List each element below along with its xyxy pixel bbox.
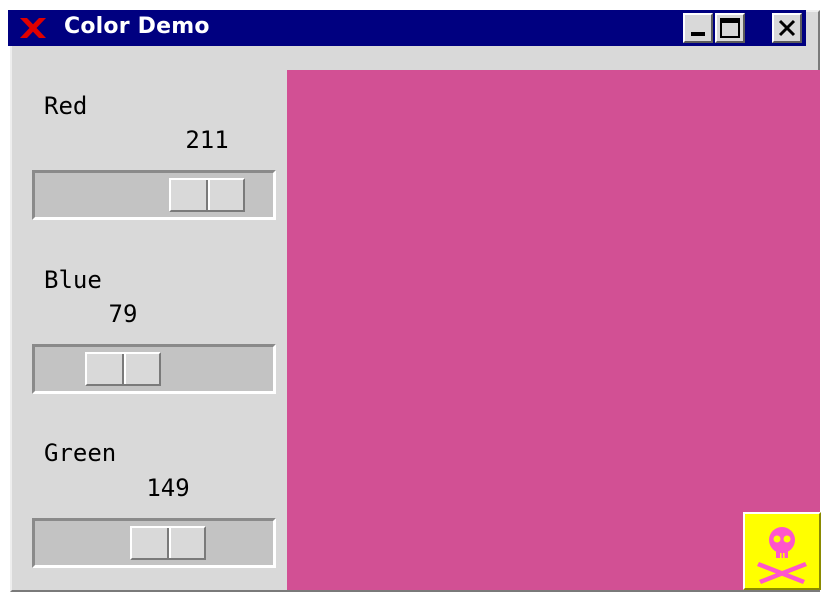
- blue-value: 79: [108, 300, 138, 328]
- green-value: 149: [146, 474, 190, 502]
- green-slider[interactable]: [32, 518, 276, 568]
- blue-label: Blue: [44, 266, 102, 294]
- window-title: Color Demo: [64, 14, 210, 39]
- red-value: 211: [185, 126, 229, 154]
- title-bar[interactable]: Color Demo: [8, 10, 806, 46]
- maximize-button[interactable]: [715, 13, 745, 43]
- red-slider[interactable]: [32, 170, 276, 220]
- green-slider-thumb[interactable]: [130, 526, 206, 560]
- close-icon: [778, 19, 796, 37]
- color-preview-panel: [287, 70, 820, 590]
- minimize-button[interactable]: [683, 13, 713, 43]
- green-label: Green: [44, 439, 117, 467]
- red-slider-thumb[interactable]: [169, 178, 245, 212]
- blue-slider-thumb[interactable]: [85, 352, 161, 386]
- red-label: Red: [44, 92, 88, 120]
- close-button[interactable]: [772, 13, 802, 43]
- x-logo-icon: [20, 18, 46, 38]
- skull-crossbones-icon[interactable]: [743, 512, 821, 590]
- slider-panel: Red 211 Blue 79 Green 149: [20, 56, 287, 590]
- blue-slider[interactable]: [32, 344, 276, 394]
- maximize-icon: [720, 18, 740, 38]
- minimize-icon: [691, 32, 705, 36]
